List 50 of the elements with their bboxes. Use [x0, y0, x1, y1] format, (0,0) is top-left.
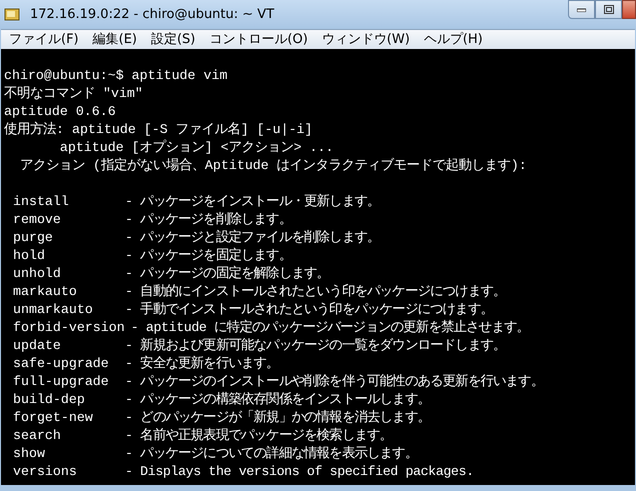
command-name: show — [13, 445, 46, 463]
command-name: remove — [13, 211, 62, 229]
command-description: - パッケージをインストール・更新します。 — [125, 193, 380, 211]
menu-item[interactable]: ヘルプ(H) — [422, 30, 485, 50]
command-description: - パッケージのインストールや削除を伴う可能性のある更新を行います。 — [125, 373, 544, 391]
window-title: 172.16.19.0:22 - chiro@ubuntu: ~ VT — [30, 6, 274, 24]
command-description: - 安全な更新を行います。 — [125, 355, 279, 373]
command-name: purge — [13, 229, 54, 247]
command-description: - パッケージと設定ファイルを削除します。 — [125, 229, 380, 247]
terminal-line: 使用方法: aptitude [-S ファイル名] [-u|-i] — [4, 121, 313, 139]
command-name: unmarkauto — [13, 301, 94, 319]
terminal-line: 不明なコマンド "vim" — [4, 85, 143, 103]
command-name: versions — [13, 463, 78, 481]
command-description: - 新規および更新可能なパッケージの一覧をダウンロードします。 — [125, 337, 506, 355]
menu-item[interactable]: 設定(S) — [148, 30, 198, 50]
command-description: - パッケージの固定を解除します。 — [125, 265, 330, 283]
command-description: - パッケージを固定します。 — [125, 247, 292, 265]
command-description: - パッケージを削除します。 — [125, 211, 292, 229]
command-name: hold — [13, 247, 46, 265]
terminal-line: aptitude 0.6.6 — [4, 103, 116, 121]
command-description: - どのパッケージが「新規」かの情報を消去します。 — [125, 409, 430, 427]
command-description: - パッケージについての詳細な情報を表示します。 — [125, 445, 418, 463]
command-description: - Displays the versions of specified packages. — [125, 463, 474, 481]
close-button[interactable] — [622, 0, 636, 19]
command-name: safe-upgrade — [13, 355, 110, 373]
command-name: update — [13, 337, 62, 355]
menu-item[interactable]: 編集(E) — [90, 30, 139, 50]
minimize-button[interactable] — [568, 0, 595, 19]
command-description: - aptitude に特定のパッケージバージョンの更新を禁止させます。 — [130, 319, 530, 337]
command-description: - 名前や正規表現でパッケージを検索します。 — [125, 427, 392, 445]
menu-item[interactable]: ファイル(F) — [7, 30, 81, 50]
minimize-icon — [577, 8, 586, 12]
terminal-line: アクション (指定がない場合、Aptitude はインタラクティブモードで起動します): — [18, 157, 527, 175]
menu-item[interactable]: ウィンドウ(W) — [320, 30, 412, 50]
terminal-line: chiro@ubuntu:~$ aptitude vim — [4, 67, 228, 85]
command-name: install — [13, 193, 70, 211]
command-name: build-dep — [13, 391, 86, 409]
command-name: markauto — [13, 283, 78, 301]
command-name: forget-new — [13, 409, 94, 427]
command-description: - 手動でインストールされたという印をパッケージにつけます。 — [125, 301, 493, 319]
terminal-line: aptitude [オプション] <アクション> ... — [58, 139, 334, 157]
command-name: unhold — [13, 265, 62, 283]
command-name: full-upgrade — [13, 373, 110, 391]
menu-item[interactable]: コントロール(O) — [207, 30, 310, 50]
maximize-button[interactable] — [595, 0, 622, 19]
command-name: forbid-version — [13, 319, 126, 337]
command-description: - パッケージの構築依存関係をインストールします。 — [125, 391, 430, 409]
command-description: - 自動的にインストールされたという印をパッケージにつけます。 — [125, 283, 506, 301]
command-name: search — [13, 427, 62, 445]
maximize-icon — [604, 5, 614, 14]
